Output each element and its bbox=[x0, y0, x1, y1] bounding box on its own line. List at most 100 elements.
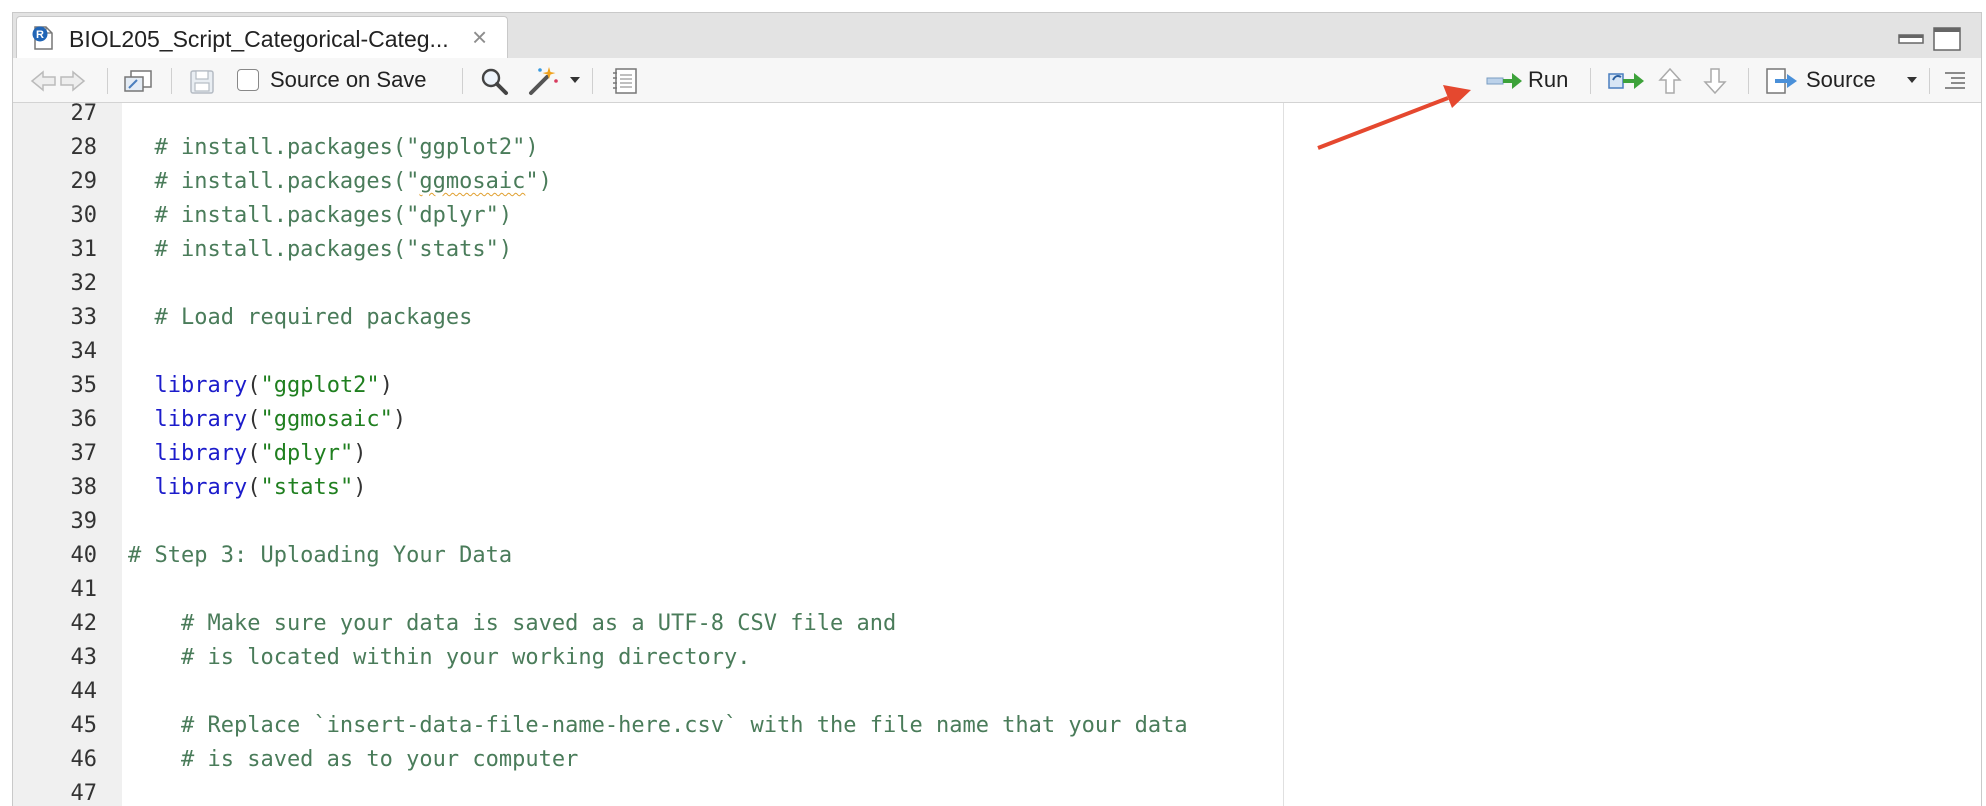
code-token: ) bbox=[392, 407, 407, 432]
toolbar-separator bbox=[107, 68, 108, 94]
line-code: library("ggplot2") bbox=[128, 369, 393, 403]
maximize-pane-icon[interactable] bbox=[1933, 27, 1961, 56]
code-token: # install.packages("ggplot2") bbox=[128, 135, 539, 160]
line-number: 33 bbox=[70, 305, 98, 330]
line-number: 40 bbox=[70, 543, 98, 568]
toolbar-separator bbox=[462, 68, 463, 94]
show-in-new-window-icon[interactable] bbox=[123, 68, 153, 94]
code-token: # Replace `insert-data-file-name-here.cs… bbox=[128, 713, 1188, 738]
line-number: 45 bbox=[70, 713, 98, 738]
line-code: library("stats") bbox=[128, 471, 367, 505]
line-number: 32 bbox=[70, 271, 98, 296]
line-number: 34 bbox=[70, 339, 98, 364]
run-icon[interactable] bbox=[1486, 70, 1524, 92]
source-button[interactable]: Source bbox=[1806, 67, 1876, 93]
line-number: 42 bbox=[70, 611, 98, 636]
editor-toolbar: Source on Save Run Source bbox=[13, 58, 1981, 103]
toolbar-separator bbox=[592, 68, 593, 94]
code-token: # install.packages("dplyr") bbox=[128, 203, 513, 228]
forward-arrow-icon[interactable] bbox=[59, 69, 87, 93]
chevron-down-icon[interactable] bbox=[569, 76, 581, 84]
code-token: library bbox=[154, 407, 248, 432]
line-number: 39 bbox=[70, 509, 98, 534]
code-token: ggmosaic bbox=[419, 169, 526, 194]
line-code: # Step 3: Uploading Your Data bbox=[128, 539, 512, 573]
code-token: ) bbox=[379, 373, 393, 398]
toolbar-separator bbox=[1590, 68, 1591, 94]
toolbar-separator bbox=[1748, 68, 1749, 94]
line-number: 28 bbox=[70, 135, 98, 160]
code-lines: 27 28 # install.packages("ggplot2") 29 # i… bbox=[13, 101, 1981, 806]
line-code: # install.packages("dplyr") bbox=[128, 199, 512, 233]
line-number: 30 bbox=[70, 203, 98, 228]
line-code: # Load required packages bbox=[128, 301, 472, 335]
code-token: "ggmosaic" bbox=[260, 407, 393, 432]
line-code: # Make sure your data is saved as a UTF-… bbox=[128, 607, 896, 641]
line-code: library("ggmosaic") bbox=[128, 403, 407, 437]
up-arrow-icon[interactable] bbox=[1658, 67, 1682, 95]
code-token: # is located within your working directo… bbox=[128, 645, 751, 670]
search-icon[interactable] bbox=[479, 66, 509, 96]
tab-title: BIOL205_Script_Categorical-Categ... bbox=[69, 26, 449, 52]
code-token: # install.packages(" bbox=[128, 169, 420, 194]
line-number: 37 bbox=[70, 441, 98, 466]
tab-script[interactable]: R BIOL205_Script_Categorical-Categ... × bbox=[16, 16, 508, 59]
code-editor[interactable]: 27 28 # install.packages("ggplot2") 29 # i… bbox=[13, 101, 1981, 806]
code-token: ( bbox=[247, 373, 261, 398]
code-token: ) bbox=[353, 441, 367, 466]
source-icon[interactable] bbox=[1765, 67, 1799, 95]
line-number: 43 bbox=[70, 645, 98, 670]
line-number: 38 bbox=[70, 475, 98, 500]
code-token: ( bbox=[247, 475, 261, 500]
line-number: 44 bbox=[70, 679, 98, 704]
line-number: 46 bbox=[70, 747, 98, 772]
code-token: # Step 3: Uploading Your Data bbox=[128, 543, 513, 568]
line-code: library("dplyr") bbox=[128, 437, 367, 471]
r-file-icon: R bbox=[31, 25, 55, 51]
line-number: 47 bbox=[70, 781, 98, 806]
code-token: library bbox=[154, 373, 248, 398]
back-arrow-icon[interactable] bbox=[29, 69, 57, 93]
save-icon[interactable] bbox=[188, 68, 216, 96]
source-on-save-checkbox[interactable] bbox=[237, 69, 259, 91]
code-token: # install.packages("stats") bbox=[128, 237, 513, 262]
line-code: # is located within your working directo… bbox=[128, 641, 751, 675]
line-code: # is saved as to your computer bbox=[128, 743, 578, 777]
line-number: 31 bbox=[70, 237, 98, 262]
tab-strip: R BIOL205_Script_Categorical-Categ... × bbox=[13, 13, 1981, 59]
close-icon[interactable]: × bbox=[472, 24, 487, 50]
chevron-down-icon[interactable] bbox=[1906, 76, 1918, 84]
code-token: "stats" bbox=[260, 475, 354, 500]
document-outline-icon[interactable] bbox=[1943, 71, 1967, 91]
toolbar-separator bbox=[171, 68, 172, 94]
line-number: 36 bbox=[70, 407, 98, 432]
code-token: library bbox=[154, 441, 248, 466]
source-editor-pane: R BIOL205_Script_Categorical-Categ... × bbox=[12, 12, 1982, 806]
code-token: # Load required packages bbox=[128, 305, 473, 330]
svg-text:R: R bbox=[36, 29, 44, 41]
code-token: # is saved as to your computer bbox=[128, 747, 579, 772]
line-number: 27 bbox=[70, 101, 98, 126]
line-code: # install.packages("ggmosaic") bbox=[128, 165, 552, 199]
code-token: library bbox=[154, 475, 248, 500]
code-token: ( bbox=[247, 441, 261, 466]
line-code: # install.packages("stats") bbox=[128, 233, 512, 267]
code-token: ") bbox=[525, 169, 552, 194]
code-token: ( bbox=[247, 407, 261, 432]
line-code: # Replace `insert-data-file-name-here.cs… bbox=[128, 709, 1188, 743]
down-arrow-icon[interactable] bbox=[1703, 67, 1727, 95]
line-number: 41 bbox=[70, 577, 98, 602]
rerun-icon[interactable] bbox=[1607, 68, 1647, 94]
compile-report-icon[interactable] bbox=[611, 67, 639, 95]
minimize-pane-icon[interactable] bbox=[1898, 31, 1924, 50]
run-button[interactable]: Run bbox=[1528, 67, 1568, 93]
line-code: # install.packages("ggplot2") bbox=[128, 131, 539, 165]
toolbar-separator bbox=[1929, 68, 1930, 94]
code-token: "ggplot2" bbox=[260, 373, 380, 398]
magic-wand-icon[interactable] bbox=[527, 65, 561, 97]
code-token: # Make sure your data is saved as a UTF-… bbox=[128, 611, 897, 636]
